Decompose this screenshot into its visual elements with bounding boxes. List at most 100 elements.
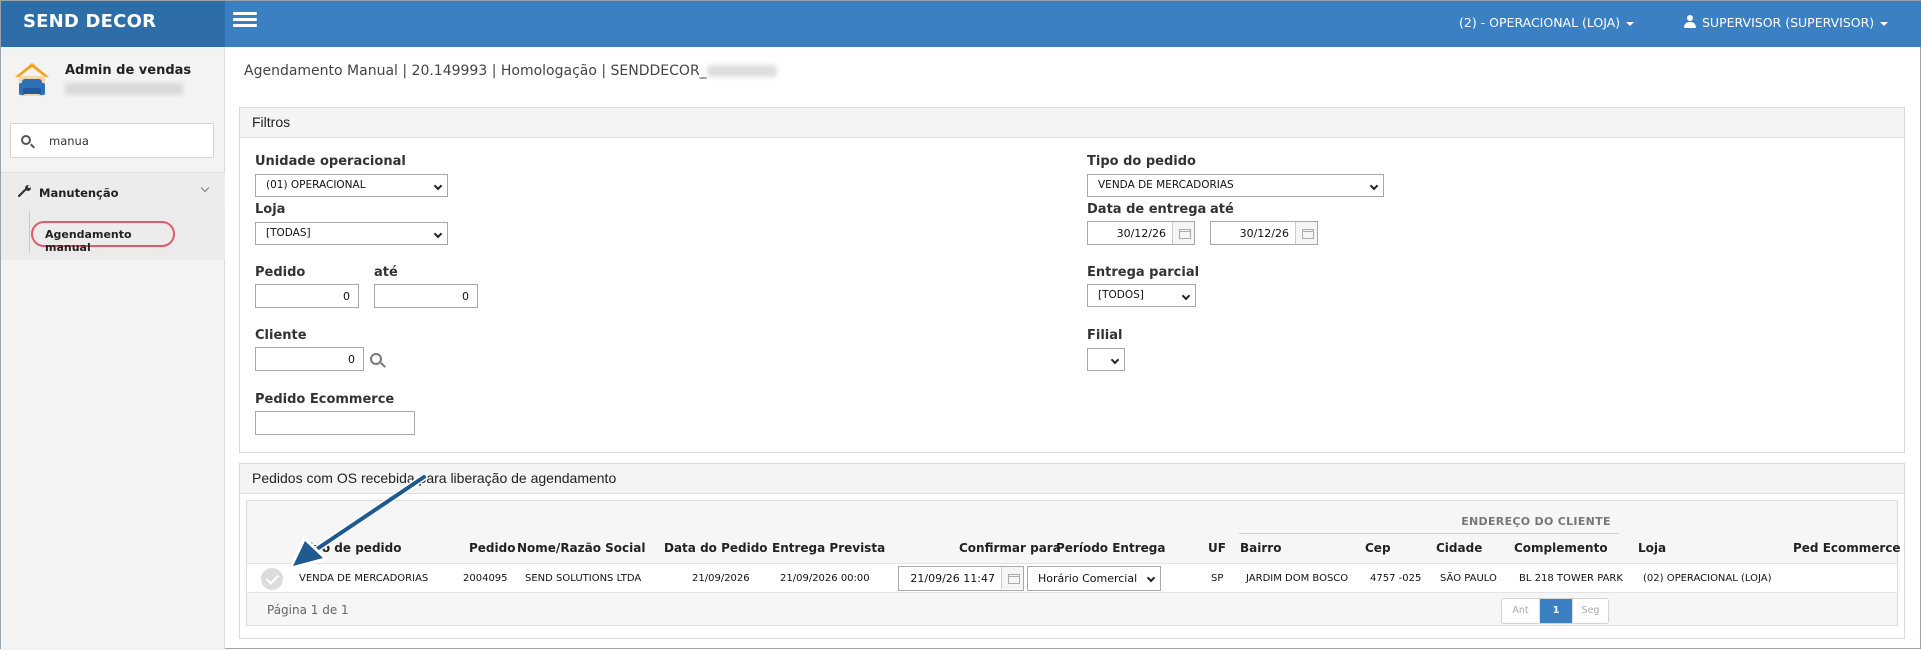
chevron-down-icon: [1146, 573, 1156, 583]
filial-select[interactable]: [1087, 348, 1125, 371]
cell-complemento: BL 218 TOWER PARK: [1519, 573, 1623, 584]
address-group-line: [1239, 533, 1619, 534]
col-bairro[interactable]: Bairro: [1240, 541, 1281, 555]
confirm-check-icon[interactable]: [261, 568, 283, 590]
store-dropdown[interactable]: (2) - OPERACIONAL (LOJA): [1459, 15, 1635, 30]
pagination-prev[interactable]: Ant: [1502, 599, 1540, 623]
submenu-tree-line: [29, 212, 30, 252]
pedido-to-input[interactable]: 0: [374, 284, 478, 308]
col-periodo-entrega[interactable]: Período Entrega: [1056, 541, 1165, 555]
profile-title: Admin de vendas: [65, 63, 192, 78]
ecommerce-label: Pedido Ecommerce: [255, 392, 395, 407]
calendar-icon[interactable]: [1001, 567, 1023, 589]
col-cidade[interactable]: Cidade: [1436, 541, 1482, 555]
menu-search[interactable]: [10, 123, 214, 158]
search-icon: [21, 135, 31, 145]
wrench-icon: [18, 185, 31, 197]
pedido-ate-label: até: [374, 265, 398, 280]
chevron-down-icon: [1369, 181, 1379, 191]
data-entrega-label: Data de entrega: [1087, 202, 1207, 217]
col-uf[interactable]: UF: [1208, 541, 1226, 555]
page-info: Página 1 de 1: [267, 603, 349, 617]
address-group-header: ENDEREÇO DO CLIENTE: [1461, 515, 1611, 528]
cell-loja: (02) OPERACIONAL (LOJA): [1643, 573, 1772, 584]
pagination: Ant 1 Seg: [1501, 598, 1609, 624]
sidebar-group-manutencao[interactable]: Manutenção: [1, 172, 225, 208]
col-loja[interactable]: Loja: [1638, 541, 1666, 555]
cliente-input[interactable]: 0: [255, 347, 364, 371]
user-dropdown[interactable]: SUPERVISOR (SUPERVISOR): [1684, 15, 1889, 30]
col-pedido[interactable]: Pedido: [469, 541, 515, 555]
ecommerce-input[interactable]: [255, 411, 415, 435]
pagination-page[interactable]: 1: [1540, 599, 1572, 623]
chevron-down-icon: [433, 229, 443, 239]
calendar-icon[interactable]: [1172, 222, 1194, 244]
page-title-text: Agendamento Manual | 20.149993 | Homolog…: [244, 63, 707, 79]
loja-label: Loja: [255, 202, 286, 217]
filial-label: Filial: [1087, 328, 1123, 343]
menu-search-input[interactable]: [49, 132, 199, 150]
data-entrega-from-value: 30/12/26: [1116, 227, 1166, 240]
col-confirmar-para[interactable]: Confirmar para: [959, 541, 1061, 555]
loja-select[interactable]: [TODAS]: [255, 222, 448, 245]
col-cep[interactable]: Cep: [1365, 541, 1391, 555]
top-bar: SEND DECOR (2) - OPERACIONAL (LOJA) SUPE…: [1, 1, 1921, 47]
results-panel: Pedidos com OS recebida para liberação d…: [239, 463, 1905, 639]
caret-down-icon: [1626, 21, 1635, 26]
app-frame: SEND DECOR (2) - OPERACIONAL (LOJA) SUPE…: [0, 0, 1921, 650]
unidade-label: Unidade operacional: [255, 154, 406, 169]
redacted-text: [706, 65, 777, 77]
caret-down-icon: [1880, 21, 1889, 26]
confirmar-para-input[interactable]: 21/09/26 11:47: [898, 566, 1024, 591]
data-entrega-from[interactable]: 30/12/26: [1087, 221, 1195, 245]
sidebar-group-label: Manutenção: [39, 186, 119, 200]
data-ate-label: até: [1210, 202, 1234, 217]
confirmar-para-value: 21/09/26 11:47: [910, 572, 995, 585]
entrega-parcial-select[interactable]: [TODOS]: [1087, 284, 1196, 307]
col-complemento[interactable]: Complemento: [1514, 541, 1608, 555]
loja-select-value: [TODAS]: [266, 227, 311, 239]
hamburger-menu-icon[interactable]: [233, 12, 257, 30]
col-data-pedido[interactable]: Data do Pedido: [664, 541, 768, 555]
chevron-down-icon: [200, 183, 210, 193]
orders-table: ENDEREÇO DO CLIENTE Tipo de pedido Pedid…: [246, 500, 1901, 626]
pedido-from-input[interactable]: 0: [255, 284, 359, 308]
unidade-select[interactable]: (01) OPERACIONAL: [255, 174, 448, 197]
col-entrega-prevista[interactable]: Entrega Prevista: [772, 541, 885, 555]
col-nome[interactable]: Nome/Razão Social: [517, 541, 645, 555]
user-icon: [1684, 15, 1696, 28]
profile-subtitle-redacted: [65, 83, 183, 95]
sidebar-submenu: Agendamento manual: [1, 208, 225, 260]
cell-cidade: SÃO PAULO: [1440, 573, 1497, 584]
cell-pedido: 2004095: [463, 573, 508, 584]
entrega-parcial-select-value: [TODOS]: [1098, 289, 1144, 301]
data-entrega-to[interactable]: 30/12/26: [1210, 221, 1318, 245]
data-entrega-to-value: 30/12/26: [1239, 227, 1289, 240]
cell-bairro: JARDIM DOM BOSCO: [1246, 573, 1349, 584]
tipo-pedido-label: Tipo do pedido: [1087, 154, 1196, 169]
brand-logo[interactable]: SEND DECOR: [1, 1, 225, 47]
sofa-logo-icon: [15, 63, 49, 96]
cell-nome: SEND SOLUTIONS LTDA: [525, 573, 642, 584]
calendar-icon[interactable]: [1295, 222, 1317, 244]
col-tipo-pedido[interactable]: Tipo de pedido: [301, 541, 401, 555]
col-ped-ecommerce[interactable]: Ped Ecommerce: [1793, 541, 1901, 555]
chevron-down-icon: [1110, 355, 1120, 365]
sidebar-item-agendamento-manual[interactable]: Agendamento manual: [31, 221, 175, 254]
cell-cep: 4757 -025: [1370, 573, 1422, 584]
table-row[interactable]: VENDA DE MERCADORIAS 2004095 SEND SOLUTI…: [247, 563, 1897, 593]
cell-entrega-prevista: 21/09/2026 00:00: [780, 573, 870, 584]
filters-panel-title: Filtros: [240, 108, 1904, 138]
cliente-label: Cliente: [255, 328, 307, 343]
pagination-next[interactable]: Seg: [1572, 599, 1608, 623]
sidebar: Admin de vendas Manutenção Agendamento m…: [1, 47, 225, 650]
cell-tipo: VENDA DE MERCADORIAS: [299, 573, 429, 584]
periodo-entrega-select[interactable]: Horário Comercial: [1027, 566, 1161, 591]
user-dropdown-label: SUPERVISOR (SUPERVISOR): [1702, 15, 1875, 30]
periodo-entrega-value: Horário Comercial: [1038, 572, 1138, 585]
cell-data-pedido: 21/09/2026: [692, 573, 750, 584]
tipo-pedido-select[interactable]: VENDA DE MERCADORIAS: [1087, 174, 1384, 197]
pedido-label: Pedido: [255, 265, 306, 280]
search-cliente-icon[interactable]: [370, 353, 382, 365]
results-panel-title: Pedidos com OS recebida para liberação d…: [240, 464, 1904, 494]
